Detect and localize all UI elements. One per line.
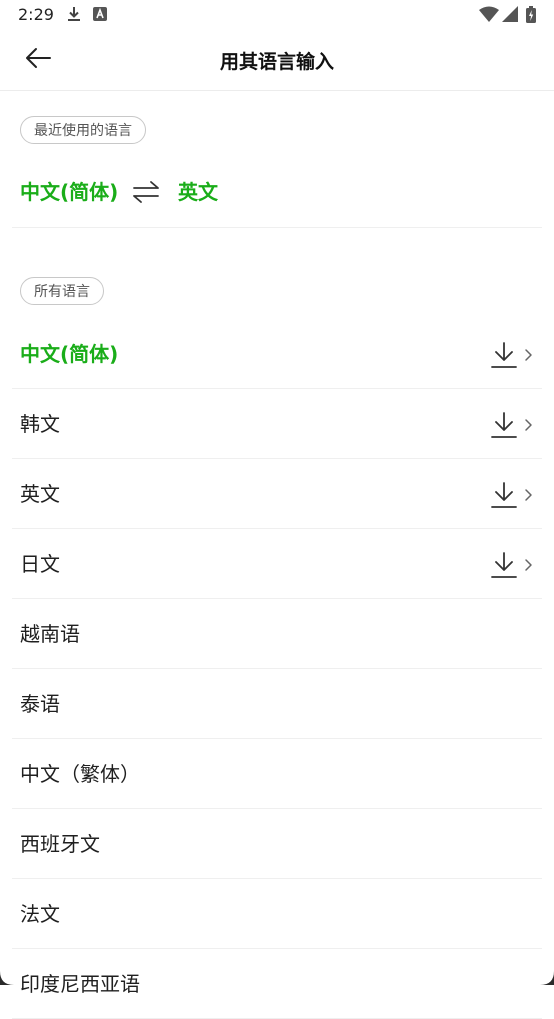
download-icon[interactable] xyxy=(491,551,517,579)
chevron-right-icon xyxy=(523,557,533,571)
header: 用其语言输入 xyxy=(0,30,554,91)
cell-signal-icon xyxy=(502,6,518,26)
language-item[interactable]: 日文 xyxy=(0,529,554,599)
language-item[interactable]: 越南语 xyxy=(0,599,554,669)
download-icon xyxy=(66,6,82,22)
language-item[interactable]: 中文(简体) xyxy=(0,319,554,389)
language-label: 越南语 xyxy=(20,622,80,646)
screen-corner xyxy=(0,970,14,985)
language-item[interactable]: 英文 xyxy=(0,459,554,529)
language-label: 中文（繁体） xyxy=(20,762,140,786)
status-bar: 2:29 xyxy=(0,0,554,30)
language-item[interactable]: 西班牙文 xyxy=(0,809,554,879)
status-time: 2:29 xyxy=(18,5,54,24)
screen-corner xyxy=(540,970,554,985)
text-a-icon xyxy=(93,6,109,22)
download-icon[interactable] xyxy=(491,411,517,439)
language-label: 英文 xyxy=(20,482,60,506)
language-item[interactable]: 中文（繁体） xyxy=(0,739,554,809)
page-title: 用其语言输入 xyxy=(219,51,334,73)
swap-arrows-icon[interactable] xyxy=(132,179,160,205)
language-label: 西班牙文 xyxy=(20,832,100,856)
chevron-right-icon xyxy=(523,417,533,431)
language-item[interactable]: 韩文 xyxy=(0,389,554,459)
language-label: 印度尼西亚语 xyxy=(20,972,140,996)
recent-target-language[interactable]: 英文 xyxy=(178,165,218,220)
language-label: 韩文 xyxy=(20,412,60,436)
language-item[interactable]: 法文 xyxy=(0,879,554,949)
battery-charging-icon xyxy=(526,6,536,27)
language-label: 中文(简体) xyxy=(20,342,119,366)
language-label: 法文 xyxy=(20,902,60,926)
language-label: 日文 xyxy=(20,552,60,576)
chevron-right-icon xyxy=(523,487,533,501)
language-list: 中文(简体) 韩文 英文 日文 越南语 泰语 中文（繁体） 西班牙文 法文 印度… xyxy=(0,319,554,1019)
wifi-icon xyxy=(479,6,499,26)
download-icon[interactable] xyxy=(491,341,517,369)
language-item[interactable]: 泰语 xyxy=(0,669,554,739)
download-icon[interactable] xyxy=(491,481,517,509)
recent-language-pair: 中文(简体) 英文 xyxy=(0,165,554,220)
all-languages-chip: 所有语言 xyxy=(20,277,104,305)
language-item[interactable]: 印度尼西亚语 xyxy=(0,949,554,1019)
recent-source-language[interactable]: 中文(简体) xyxy=(20,165,118,220)
section-divider xyxy=(12,227,542,228)
chevron-right-icon xyxy=(523,347,533,361)
language-label: 泰语 xyxy=(20,692,60,716)
recent-languages-chip: 最近使用的语言 xyxy=(20,116,146,144)
